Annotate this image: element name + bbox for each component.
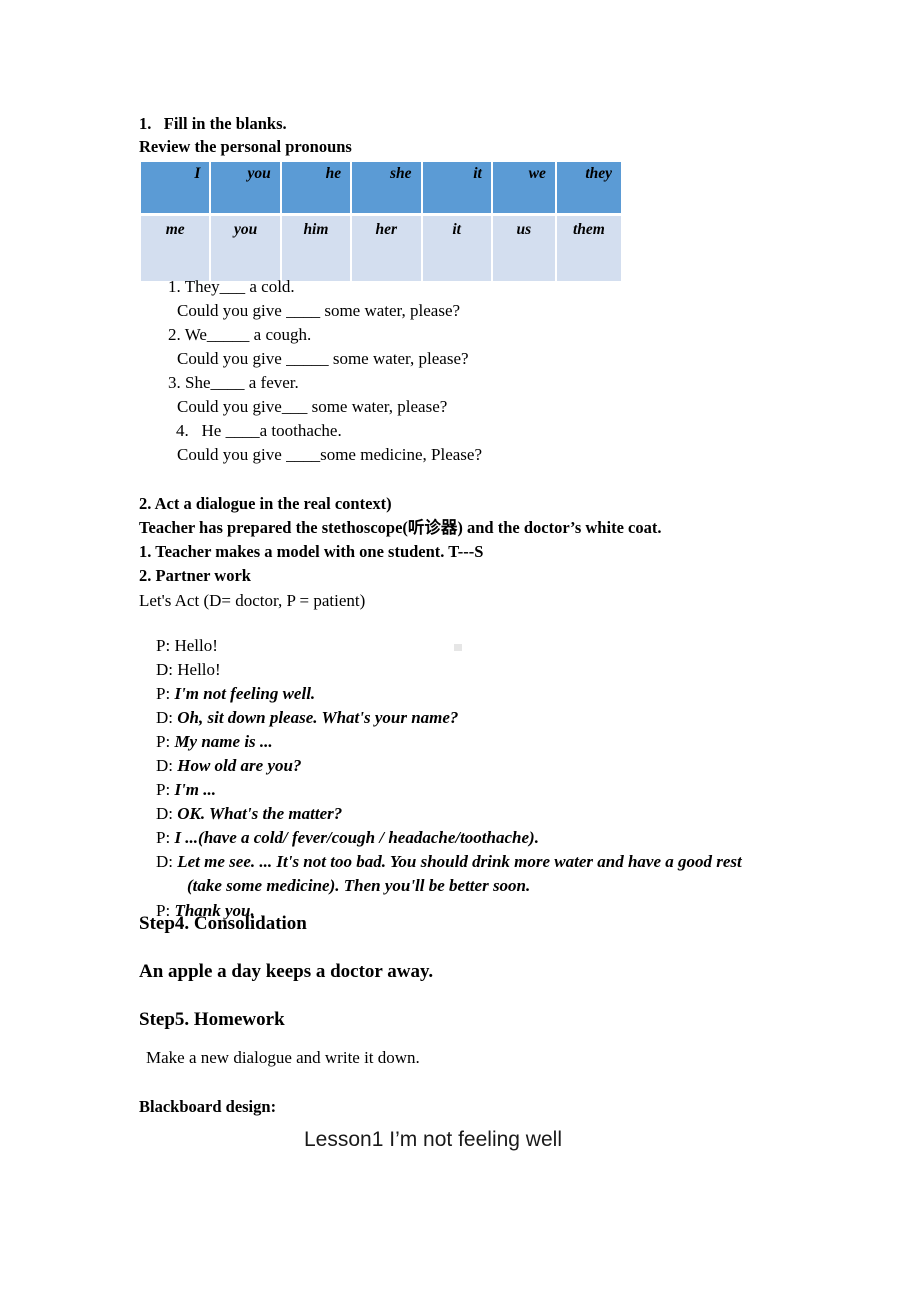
table-cell-subject-0: I xyxy=(141,162,210,213)
table-cell-object-0: me xyxy=(141,216,210,281)
homework-task: Make a new dialogue and write it down. xyxy=(146,1048,420,1067)
section1-title: 1. Fill in the blanks. xyxy=(139,114,287,133)
blackboard-lesson-title: Lesson1 I’m not feeling well xyxy=(304,1128,562,1151)
table-cell-object-1: you xyxy=(211,216,280,281)
table-cell-subject-5: we xyxy=(492,162,555,213)
table-cell-subject-2: he xyxy=(281,162,351,213)
table-cell-subject-6: they xyxy=(556,162,621,213)
table-cell-object-3: her xyxy=(352,216,421,281)
section2-title: 2. Act a dialogue in the real context) xyxy=(139,494,392,513)
exercise-4-question: Could you give ____some medicine, Please… xyxy=(177,445,482,464)
table-cell-object-2: him xyxy=(281,216,351,281)
section1-subtitle: Review the personal pronouns xyxy=(139,137,352,156)
exercise-2-prompt: 2. We_____ a cough. xyxy=(168,325,312,344)
exercise-3-question: Could you give___ some water, please? xyxy=(177,397,448,416)
table-cell-object-6: them xyxy=(556,216,621,281)
proverb-text: An apple a day keeps a doctor away. xyxy=(139,961,434,982)
scan-artifact-mark xyxy=(454,644,462,651)
section2-step-model: 1. Teacher makes a model with one studen… xyxy=(139,542,484,561)
exercise-4-prompt: 4. He ____a toothache. xyxy=(176,421,342,440)
exercise-3-prompt: 3. She____ a fever. xyxy=(168,373,299,392)
section2-preparation-note: Teacher has prepared the stethoscope(听诊器… xyxy=(139,518,662,537)
section2-step-partner: 2. Partner work xyxy=(139,566,251,585)
table-cell-subject-3: she xyxy=(352,162,421,213)
exercise-2-question: Could you give _____ some water, please? xyxy=(177,349,469,368)
table-cell-object-4: it xyxy=(422,216,491,281)
table-cell-subject-1: you xyxy=(211,162,280,213)
table-cell-object-5: us xyxy=(492,216,555,281)
blackboard-design-label: Blackboard design: xyxy=(139,1097,277,1116)
table-row-subject-pronouns: I you he she it we they xyxy=(141,162,621,213)
exercise-1-prompt: 1. They___ a cold. xyxy=(168,277,295,296)
step4-heading: Step4. Consolidation xyxy=(139,913,307,934)
step5-heading: Step5. Homework xyxy=(139,1009,285,1030)
exercise-1-question: Could you give ____ some water, please? xyxy=(177,301,461,320)
personal-pronouns-table: I you he she it we they me you him her i… xyxy=(139,159,623,284)
dialogue-intro: Let's Act (D= doctor, P = patient) xyxy=(139,591,366,610)
table-cell-subject-4: it xyxy=(422,162,491,213)
table-row-object-pronouns: me you him her it us them xyxy=(141,216,621,281)
document-page: 1. Fill in the blanks. Review the person… xyxy=(0,0,920,1302)
